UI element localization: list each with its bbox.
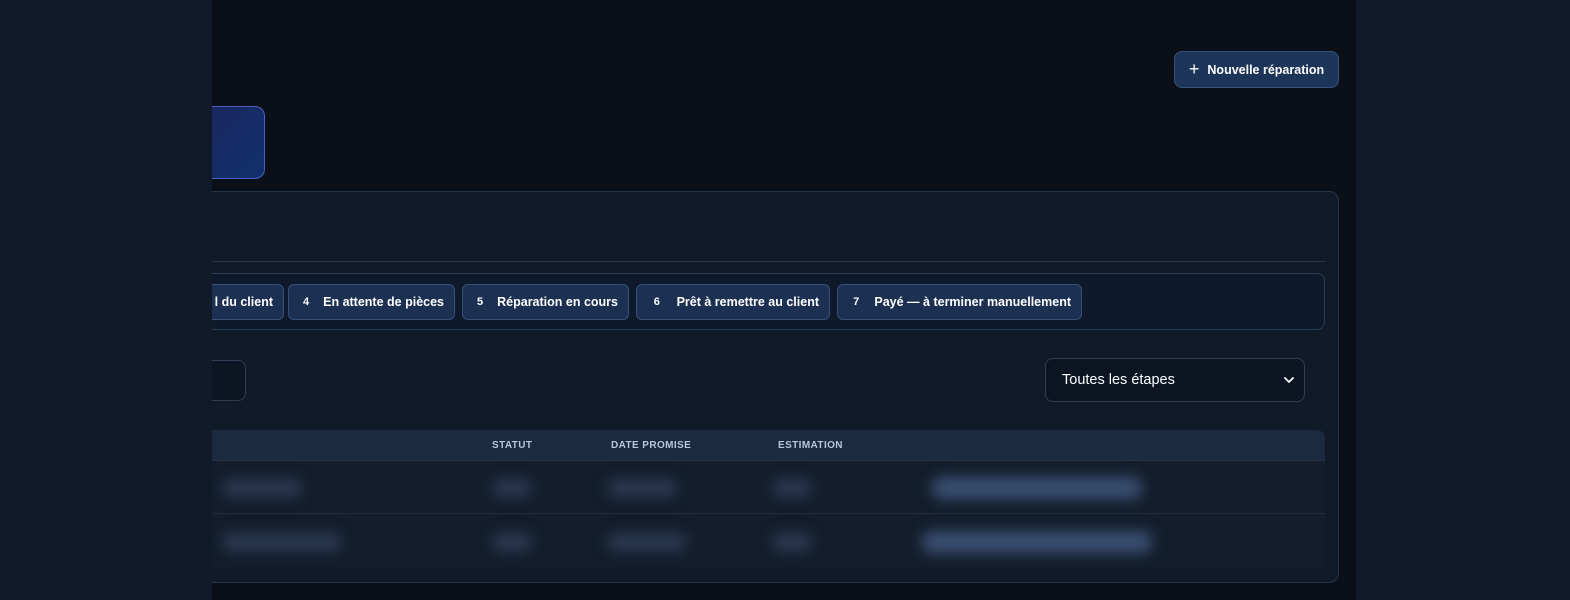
stage-chip-label: Payé — à terminer manuellement [874, 295, 1071, 309]
blurred-cell [607, 533, 687, 551]
column-header-estimation: ESTIMATION [778, 440, 843, 451]
search-input[interactable] [212, 360, 246, 401]
plus-icon: + [1188, 58, 1200, 79]
table-row[interactable] [212, 461, 1325, 514]
stage-chip-label: Prêt à remettre au client [676, 295, 819, 309]
column-header-statut: STATUT [492, 440, 533, 451]
blurred-cell [932, 477, 1142, 499]
table-header: STATUT DATE PROMISE ESTIMATION [212, 430, 1325, 461]
right-margin [1356, 0, 1570, 600]
blurred-cell [492, 533, 532, 551]
stage-select[interactable]: Toutes les étapes [1045, 358, 1305, 402]
main-content: + Nouvelle réparation l du client 4 En a… [212, 0, 1356, 600]
new-repair-label: Nouvelle réparation [1207, 62, 1325, 77]
stage-chip-number: 7 [853, 296, 860, 308]
stage-chip-5[interactable]: 5 Réparation en cours [462, 284, 629, 320]
stage-chip-4[interactable]: 4 En attente de pièces [288, 284, 455, 320]
blurred-cell [607, 479, 677, 497]
blurred-cell [772, 533, 812, 551]
blurred-cell [222, 479, 302, 497]
table-row[interactable] [212, 515, 1325, 568]
stage-chip-label: l du client [214, 295, 273, 309]
kpi-card[interactable] [212, 106, 265, 179]
blurred-cell [922, 531, 1152, 553]
left-sidebar [0, 0, 212, 600]
stage-select-value: Toutes les étapes [1062, 372, 1175, 388]
blurred-cell [492, 479, 532, 497]
stage-chip-number: 4 [303, 296, 310, 308]
stage-chip-6[interactable]: 6 Prêt à remettre au client [636, 284, 830, 320]
chevron-down-icon [1284, 377, 1294, 383]
panel-divider [212, 261, 1326, 262]
blurred-cell [222, 533, 342, 551]
stage-chip-number: 5 [477, 296, 484, 308]
new-repair-button[interactable]: + Nouvelle réparation [1174, 51, 1339, 88]
column-header-date-promise: DATE PROMISE [611, 440, 692, 451]
stage-chip-label: En attente de pièces [323, 295, 444, 309]
repairs-table: STATUT DATE PROMISE ESTIMATION [212, 430, 1325, 568]
stage-chip-label: Réparation en cours [497, 295, 618, 309]
blurred-cell [772, 479, 812, 497]
stage-chip-7[interactable]: 7 Payé — à terminer manuellement [837, 284, 1082, 320]
stage-chip-number: 6 [653, 296, 660, 308]
stage-chip-3[interactable]: l du client [212, 284, 284, 320]
